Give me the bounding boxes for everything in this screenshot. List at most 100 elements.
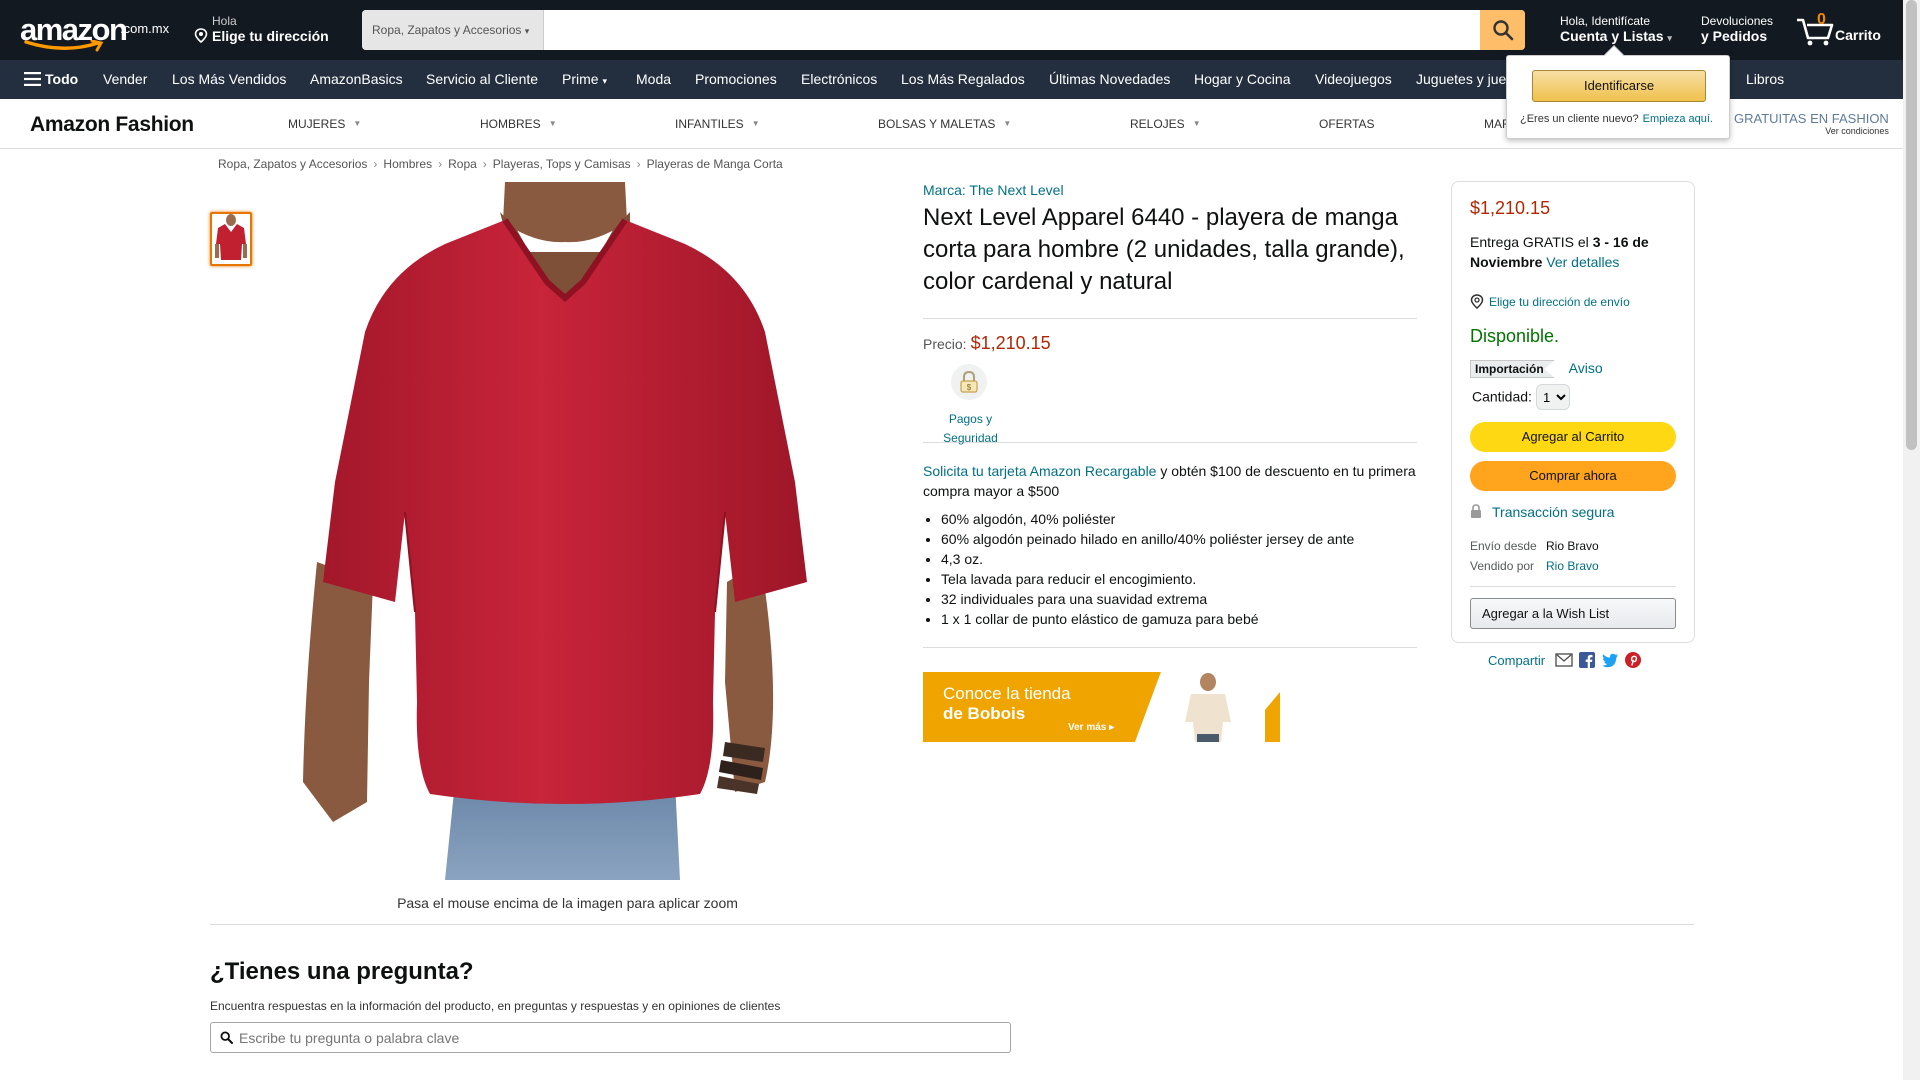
fashion-tab-relojes[interactable]: RELOJES ▼ [1130,117,1201,131]
product-main-image[interactable] [295,182,835,880]
brand-link[interactable]: Marca: The Next Level [923,182,1417,198]
quantity-label: Cantidad: [1472,388,1532,405]
returns-orders[interactable]: Devoluciones y Pedidos [1701,14,1773,44]
banner-cta[interactable]: Ver más ▸ [1068,722,1114,733]
fashion-tab-infantiles[interactable]: INFANTILES ▼ [675,117,760,131]
price-label: Precio: [923,336,967,352]
nav-item-electronicos[interactable]: Electrónicos [801,60,877,99]
nav-item-juguetes[interactable]: Juguetes y jue [1416,60,1506,99]
account-menu[interactable]: Hola, Identifícate Cuenta y Listas ▾ [1560,14,1672,44]
nav-item-ultimas-novedades[interactable]: Últimas Novedades [1049,60,1170,99]
payment-security-label: Pagos y Seguridad [923,410,1018,448]
card-promo-link[interactable]: Solicita tu tarjeta Amazon Recargable [923,463,1156,479]
nav-item-prime[interactable]: Prime ▾ [562,60,607,101]
breadcrumb-item[interactable]: Ropa [448,157,477,171]
price-line: Precio: $1,210.15 [923,333,1417,354]
question-search-input[interactable] [239,1025,999,1050]
banner-text: Conoce la tienda de Bobois [943,684,1071,724]
cart-button[interactable]: 0 Carrito [1795,11,1885,48]
fashion-tab-mujeres[interactable]: MUJERES ▼ [288,117,361,131]
breadcrumb-item[interactable]: Hombres [383,157,432,171]
ships-from-label: Envío desde [1470,539,1537,553]
start-here-link[interactable]: Empieza aquí. [1643,113,1713,125]
delivery-details-link[interactable]: Ver detalles [1546,254,1619,270]
address-greeting: Hola [212,14,237,28]
chevron-down-icon: ▾ [524,26,530,36]
chevron-down-icon: ▼ [1003,119,1012,128]
nav-item-moda[interactable]: Moda [636,60,671,99]
breadcrumb-item[interactable]: Playeras de Manga Corta [647,157,783,171]
email-icon[interactable] [1555,653,1573,667]
product-thumbnail[interactable] [210,212,252,266]
seller-link[interactable]: Rio Bravo [1546,559,1599,573]
pinterest-icon[interactable] [1625,652,1642,668]
choose-address-link[interactable]: Elige tu dirección de envío [1470,294,1630,309]
delivery-address[interactable]: Hola Elige tu dirección [194,14,329,44]
twitter-icon[interactable] [1601,653,1619,668]
amazon-logo[interactable]: amazon .com.mx [20,12,175,52]
chevron-down-icon: ▾ [602,76,607,86]
delivery-prefix: Entrega GRATIS el [1470,234,1593,250]
facebook-icon[interactable] [1579,652,1596,668]
hamburger-menu-icon [24,72,41,86]
payment-security-badge[interactable]: $ Pagos y Seguridad [923,362,1023,445]
add-to-wishlist-button[interactable]: Agregar a la Wish List [1470,598,1676,629]
feature-bullet: 60% algodón, 40% poliéster [941,509,1417,529]
logo-smile-icon [24,40,104,52]
scrollbar-thumb[interactable] [1906,0,1917,450]
nav-item-mas-regalados[interactable]: Los Más Regalados [901,60,1025,99]
chevron-down-icon: ▼ [751,119,760,128]
nav-all-menu[interactable]: Todo [24,60,78,99]
search-input[interactable] [544,10,1479,50]
banner-line1: Conoce la tienda [943,684,1071,703]
chevron-down-icon: ▼ [353,119,362,128]
chevron-down-icon: ▼ [1192,119,1201,128]
nav-item-promociones[interactable]: Promociones [695,60,777,99]
quantity-select[interactable]: 1 [1535,384,1570,410]
fashion-promo[interactable]: GRATUITAS EN FASHION Ver condiciones [1734,111,1889,136]
import-tag: Importación [1470,360,1555,378]
card-promo: Solicita tu tarjeta Amazon Recargable y … [923,461,1417,501]
new-customer-text: ¿Eres un cliente nuevo? [1520,113,1639,125]
fashion-tab-hombres[interactable]: HOMBRES ▼ [480,117,557,131]
buy-box: $1,210.15 Entrega GRATIS el 3 - 16 de No… [1451,181,1695,643]
cart-count: 0 [1817,11,1826,28]
feature-bullet: Tela lavada para reducir el encogimiento… [941,569,1417,589]
fashion-tab-label: MUJERES [288,117,346,131]
fashion-tab-label: RELOJES [1130,117,1185,131]
availability-status: Disponible. [1470,326,1560,346]
chevron-right-icon: › [636,157,641,171]
search-category-select[interactable]: Ropa, Zapatos y Accesorios ▾ [362,10,544,50]
divider [923,647,1417,648]
account-label-text: Cuenta y Listas [1560,28,1664,44]
amazon-fashion-logo[interactable]: Amazon Fashion [30,113,194,137]
signin-button[interactable]: Identificarse [1532,70,1706,102]
nav-item-amazonbasics[interactable]: AmazonBasics [310,60,403,99]
share-link[interactable]: Compartir [1488,653,1545,668]
page-scrollbar[interactable] [1903,0,1920,1080]
buy-now-button[interactable]: Comprar ahora [1470,461,1676,491]
import-notice: Importación Aviso [1470,360,1603,378]
sold-by-label: Vendido por [1470,559,1535,573]
secure-transaction[interactable]: Transacción segura [1470,504,1614,520]
location-pin-icon [1470,294,1484,309]
breadcrumb-item[interactable]: Playeras, Tops y Camisas [493,157,631,171]
nav-item-mas-vendidos[interactable]: Los Más Vendidos [172,60,286,99]
nav-item-libros[interactable]: Libros [1746,60,1784,99]
search-button[interactable] [1480,10,1525,50]
search-icon [1492,20,1513,41]
banner-line2: de Bobois [943,704,1026,723]
breadcrumb-item[interactable]: Ropa, Zapatos y Accesorios [218,157,367,171]
import-notice-link[interactable]: Aviso [1569,360,1603,376]
nav-item-videojuegos[interactable]: Videojuegos [1315,60,1392,99]
nav-item-servicio-cliente[interactable]: Servicio al Cliente [426,60,538,99]
nav-item-vender[interactable]: Vender [103,60,147,99]
store-banner[interactable]: Conoce la tienda de Bobois Ver más ▸ [923,672,1280,742]
payment-badge-circle: $ [951,364,987,400]
fashion-tab-bolsas-maletas[interactable]: BOLSAS Y MALETAS ▼ [878,117,1011,131]
nav-item-hogar-cocina[interactable]: Hogar y Cocina [1194,60,1291,99]
fashion-tab-ofertas[interactable]: OFERTAS [1319,117,1375,131]
lock-icon: $ [960,370,978,393]
add-to-cart-button[interactable]: Agregar al Carrito [1470,422,1676,452]
product-title: Next Level Apparel 6440 - playera de man… [923,204,1405,295]
